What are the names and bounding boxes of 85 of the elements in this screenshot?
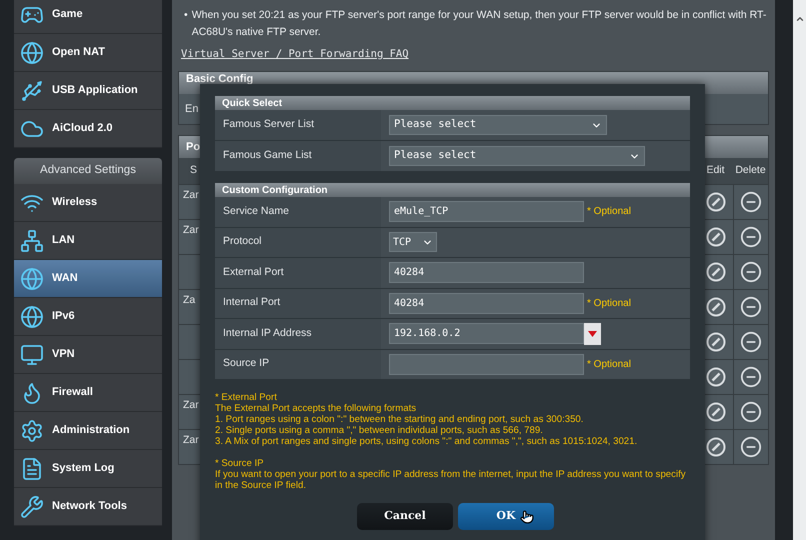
field-label: Internal Port [223,295,280,310]
wrench-icon [20,494,44,518]
network-icon [20,228,44,252]
sidebar-item[interactable]: Network Tools [14,488,162,526]
note-title: * Source IP [215,458,265,469]
delete-icon[interactable] [740,436,762,458]
section-header: Quick Select [215,96,690,110]
field-label: Service Name [223,204,289,219]
scrollbar[interactable] [793,0,806,540]
input-field[interactable] [389,354,584,375]
note-text: If you want to open your port to a specific IP address from the internet, input the IP address you want to specify in the Source IP field. [215,469,687,491]
edit-icon[interactable] [706,436,726,457]
table-cell: Zar [183,224,199,236]
sidebar-item[interactable]: LAN [14,222,162,260]
input-field[interactable]: eMule_TCP [389,201,584,222]
field-label: External Port [223,264,284,280]
field-label: Protocol [223,234,262,250]
document-icon [20,456,44,480]
globe-icon [20,266,44,290]
sidebar-item[interactable]: Open NAT [14,34,162,72]
bullet: • [184,8,188,23]
table-cell: Zar [183,398,199,411]
column-header: Delete [735,162,766,178]
table-cell: Zar [183,434,199,446]
edit-icon[interactable] [706,332,726,352]
caret-up-icon[interactable] [794,14,804,24]
optional-hint: * Optional [587,296,631,311]
delete-icon[interactable] [740,366,762,388]
globe-icon [20,304,44,328]
delete-icon[interactable] [740,296,762,318]
section-header: Custom Configuration [215,183,690,197]
edit-icon[interactable] [706,226,726,247]
hand-cursor-icon [520,510,534,524]
sidebar-item[interactable]: Administration [14,412,162,450]
cancel-button[interactable]: Cancel [357,503,453,530]
caret-down-icon [588,330,597,337]
usb-icon [20,78,44,102]
settings-icon [20,418,44,442]
sidebar-item[interactable]: USB Application [14,72,162,110]
field-label: Famous Server List [223,117,314,132]
faq-link[interactable]: Virtual Server / Port Forwarding FAQ [181,47,769,63]
sidebar-item[interactable]: Firewall [14,374,162,412]
delete-icon[interactable] [740,260,762,283]
delete-icon[interactable] [740,226,762,248]
globe-icon [20,40,44,64]
sidebar-item[interactable]: WAN [14,260,162,298]
edit-icon[interactable] [706,262,726,282]
dropdown[interactable]: TCP [389,232,437,252]
note-text: 3. A Mix of port ranges and single ports, using colons ":" and commas ",", such as 1015:1024, 3021. [215,436,638,447]
ok-button[interactable]: OK [458,503,554,530]
note-text: 2. Single ports using a comma "," between individual ports, such as 566, 789. [215,425,544,436]
edit-icon[interactable] [706,366,726,387]
sidebar-item[interactable]: VPN [14,336,162,374]
input-field[interactable]: 40284 [389,292,584,314]
dropdown[interactable]: Please select [389,115,607,135]
delete-icon[interactable] [740,190,762,213]
table-cell: Zar [183,188,199,201]
delete-icon[interactable] [740,400,762,423]
note-text: 1. Port ranges using a colon ":" between the starting and ending port, such as 300:350. [215,414,584,425]
edit-icon[interactable] [706,192,726,212]
dropdown-button[interactable] [584,322,601,345]
section-header: Advanced Settings [14,158,162,184]
row-label: En [185,102,198,116]
monitor-icon [20,342,44,366]
sidebar-item[interactable]: Wireless [14,184,162,222]
sidebar-item[interactable]: AiCloud 2.0 [14,110,162,148]
column-header: Edit [706,162,725,178]
note-title: * External Port [215,392,278,403]
input-field[interactable]: 40284 [389,262,584,284]
edit-icon[interactable] [706,402,726,422]
sidebar-item[interactable]: Game [14,0,162,34]
optional-hint: * Optional [587,358,631,372]
table-cell: Za [183,294,196,306]
input-field[interactable]: 192.168.0.2 [389,323,584,344]
optional-hint: * Optional [587,205,631,220]
note-text: The External Port accepts the following formats [215,403,418,414]
sidebar-item[interactable]: System Log [14,450,162,488]
field-label: Internal IP Address [223,326,312,341]
dropdown[interactable]: Please select [389,146,645,166]
delete-icon[interactable] [740,330,762,353]
column-header: S [190,162,198,178]
field-label: Source IP [223,356,270,372]
sidebar-item[interactable]: IPv6 [14,298,162,336]
edit-icon[interactable] [706,296,726,317]
notice-text: When you set 20:21 as your FTP server's port range for your WAN setup, then your FTP server would be in conflict with RT-AC68U's native FTP server. [192,8,767,40]
